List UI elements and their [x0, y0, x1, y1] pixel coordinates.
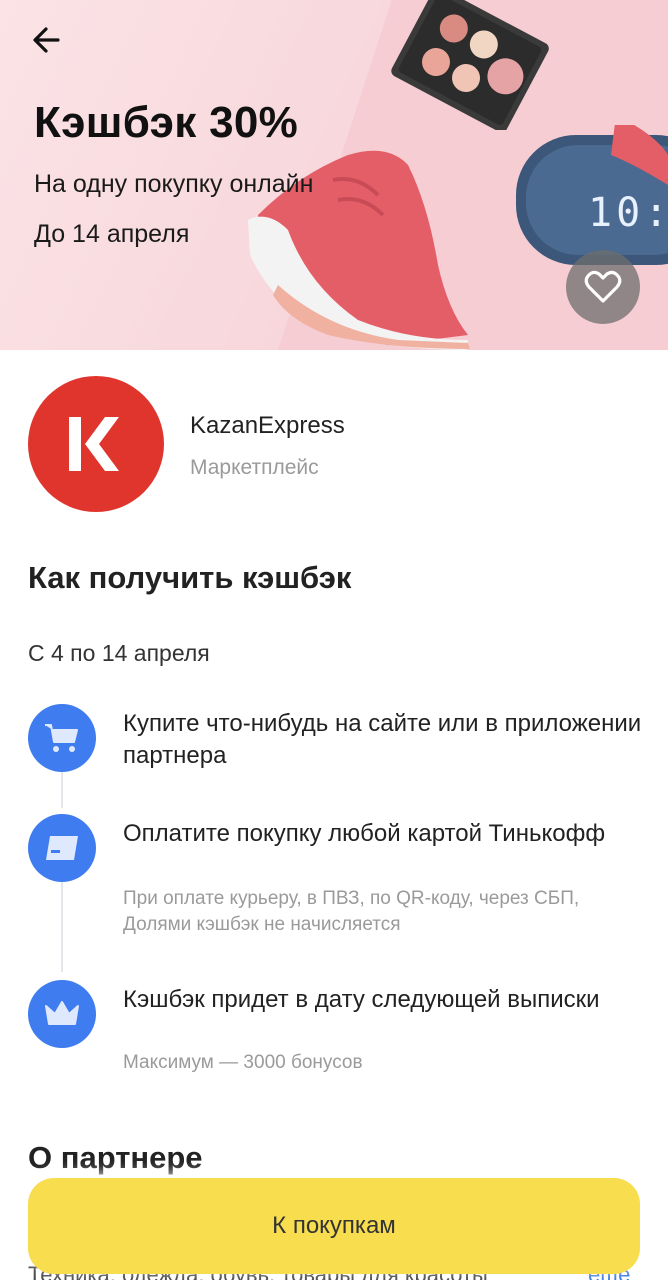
step-3-title: Кэшбэк придет в дату следующей выписки	[123, 986, 600, 1013]
step-2-note: При оплате курьеру, в ПВЗ, по QR-коду, ч…	[123, 888, 580, 935]
about-heading: О партнере	[28, 1140, 203, 1175]
crown-icon	[45, 1001, 79, 1025]
promo-banner: 10:3 Кэшбэк 30% На одну покупку онлайн Д…	[0, 0, 668, 350]
step-2-title: Оплатите покупку любой картой Тинькофф	[123, 820, 606, 847]
arrow-left-icon	[33, 27, 60, 53]
partner-logo	[28, 376, 164, 512]
cart-icon	[45, 724, 78, 752]
step-connector	[61, 772, 63, 808]
back-button[interactable]	[28, 22, 68, 58]
makeup-palette-image	[391, 0, 549, 130]
promo-period: С 4 по 14 апреля	[28, 640, 210, 666]
partner-category: Маркетплейс	[190, 456, 319, 479]
step-2-icon-badge	[28, 814, 96, 882]
promo-subtitle: На одну покупку онлайн	[34, 170, 314, 198]
promo-title: Кэшбэк 30%	[34, 98, 299, 147]
partner-name: KazanExpress	[190, 412, 345, 439]
step-3-icon-badge	[28, 980, 96, 1048]
favorite-button[interactable]	[566, 250, 640, 324]
step-1-title: Купите что-нибудь на сайте или в приложе…	[123, 710, 642, 769]
sneaker-image	[248, 150, 470, 350]
step-connector	[61, 882, 63, 972]
clock-display-text: 10:3	[588, 190, 668, 236]
step-1-icon-badge	[28, 704, 96, 772]
go-shopping-button[interactable]: К покупкам	[28, 1178, 640, 1274]
step-3-note: Максимум — 3000 бонусов	[123, 1052, 363, 1073]
promo-deadline: До 14 апреля	[34, 220, 190, 248]
kazanexpress-logo-icon	[69, 417, 119, 471]
how-to-heading: Как получить кэшбэк	[28, 560, 352, 595]
card-icon	[46, 836, 78, 860]
heart-icon	[584, 270, 622, 303]
